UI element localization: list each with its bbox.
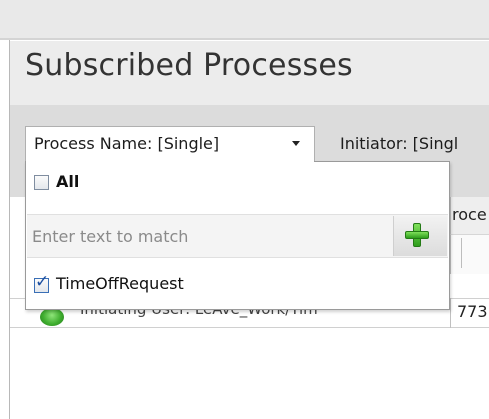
table-cell-value: 773 bbox=[457, 302, 488, 321]
select-all-checkbox[interactable] bbox=[34, 175, 49, 190]
window-top-bar bbox=[0, 0, 489, 38]
table-cell-text-label: Initiating User: LeAve_Work/Tim bbox=[80, 309, 318, 318]
grid-cell-divider bbox=[461, 238, 462, 268]
chevron-down-icon[interactable] bbox=[292, 141, 300, 146]
item-label-timeoffrequest[interactable]: TimeOffRequest bbox=[56, 274, 184, 293]
status-green-icon bbox=[40, 308, 64, 326]
checkmark-icon: ✓ bbox=[35, 272, 50, 292]
popup-tab-join bbox=[26, 158, 314, 164]
grid-cell-divider bbox=[450, 298, 451, 328]
panel-title: Subscribed Processes bbox=[25, 48, 353, 83]
table-cell-text: Initiating User: LeAve_Work/Tim bbox=[80, 309, 440, 319]
grid-column-header-label: roce bbox=[452, 205, 487, 224]
initiator-filter-button[interactable]: Initiator: [Singl bbox=[340, 134, 458, 153]
filter-search-input[interactable] bbox=[32, 222, 387, 250]
plus-icon[interactable] bbox=[405, 223, 429, 247]
select-all-label[interactable]: All bbox=[56, 172, 79, 191]
grid-filter-cell[interactable] bbox=[450, 234, 489, 274]
process-name-filter-label: Process Name: [Single] bbox=[34, 134, 220, 153]
